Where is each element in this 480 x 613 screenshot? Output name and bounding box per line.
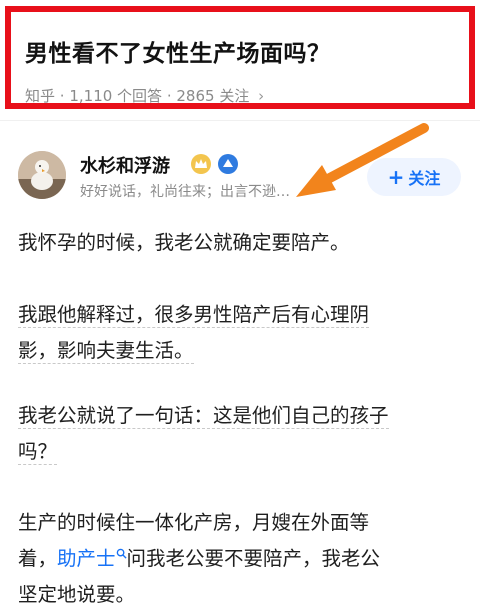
answer-count: 1,110 个回答 — [69, 87, 163, 105]
divider — [0, 120, 480, 121]
paragraph-text: 吗？ — [18, 440, 58, 465]
chevron-right-icon: › — [258, 87, 265, 105]
midwife-link[interactable]: 助产士 — [57, 547, 116, 570]
follow-button[interactable]: + 关注 — [367, 158, 461, 196]
paragraph-text: 我跟他解释过，很多男性陪产后有心理阴 — [18, 303, 370, 328]
meta-separator: · — [59, 87, 70, 105]
crown-icon — [191, 154, 211, 174]
search-icon[interactable] — [116, 548, 127, 559]
answer-paragraph: 我老公就说了一句话：这是他们自己的孩子 吗？ — [18, 398, 463, 470]
question-highlight-box: 男性看不了女性生产场面吗？ 知乎 · 1,110 个回答 · 2865 关注 › — [5, 6, 475, 109]
follow-label: 关注 — [408, 169, 441, 188]
question-meta[interactable]: 知乎 · 1,110 个回答 · 2865 关注 › — [25, 85, 264, 106]
author-bio: 好好说话，礼尚往来；出言不逊… — [80, 184, 290, 200]
paragraph-text: 我老公就说了一句话：这是他们自己的孩子 — [18, 404, 389, 429]
avatar[interactable] — [18, 151, 66, 199]
answer-paragraph: 我跟他解释过，很多男性陪产后有心理阴 影，影响夫妻生活。 — [18, 297, 463, 369]
meta-separator: · — [166, 87, 177, 105]
follower-count: 2865 关注 — [176, 87, 250, 105]
paragraph-text: 坚定地说要。 — [18, 583, 136, 606]
question-title[interactable]: 男性看不了女性生产场面吗？ — [25, 34, 331, 68]
paragraph-text: 着， — [18, 547, 58, 570]
plus-icon: + — [387, 165, 405, 189]
avatar-image — [18, 151, 66, 199]
answer-paragraph: 我怀孕的时候，我老公就确定要陪产。 — [18, 225, 463, 261]
paragraph-text: 问我老公要不要陪产，我老公 — [126, 547, 381, 570]
level-icon — [218, 154, 238, 174]
author-name[interactable]: 水杉和浮游 — [80, 152, 170, 178]
source-label: 知乎 — [25, 87, 56, 105]
answer-paragraph: 生产的时候住一体化产房，月嫂在外面等 着，助产士 问我老公要不要陪产，我老公 坚定… — [18, 505, 463, 613]
paragraph-text: 我怀孕的时候，我老公就确定要陪产。 — [18, 231, 350, 254]
paragraph-text: 生产的时候住一体化产房，月嫂在外面等 — [18, 511, 370, 534]
paragraph-text: 影，影响夫妻生活。 — [18, 339, 194, 364]
